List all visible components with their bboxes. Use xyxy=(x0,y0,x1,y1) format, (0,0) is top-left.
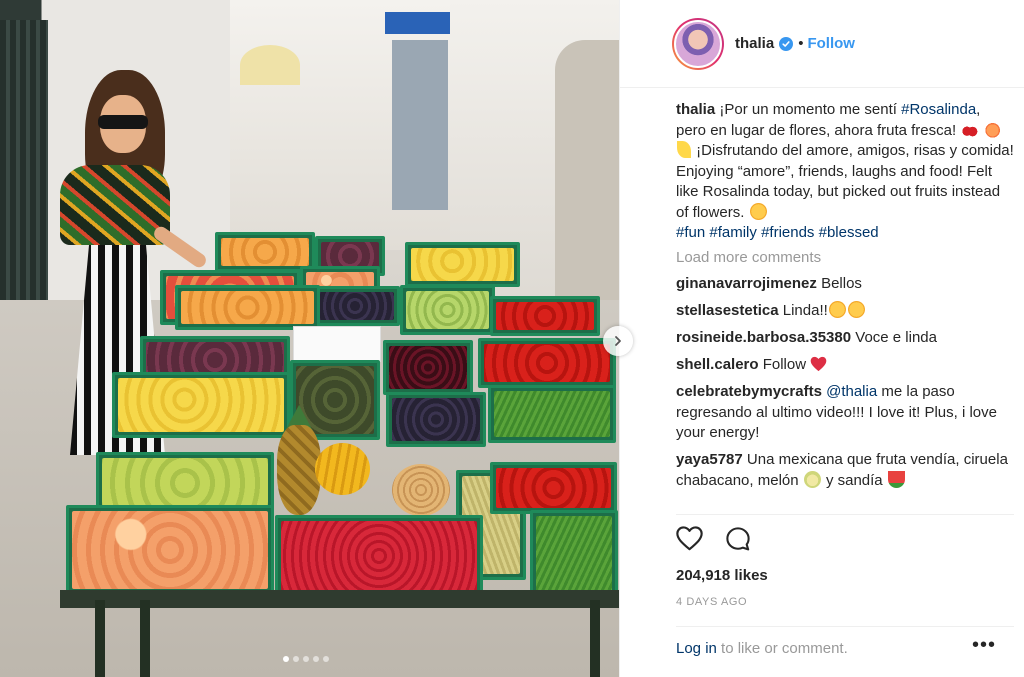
caption-text-3: ¡Disfrutando del amore, amigos, risas y … xyxy=(676,142,1014,221)
chevron-right-icon xyxy=(615,336,621,346)
action-bar xyxy=(676,526,751,552)
divider xyxy=(676,626,1014,627)
load-more-comments-button[interactable]: Load more comments xyxy=(676,248,1014,269)
separator-dot: • xyxy=(798,35,804,52)
crate-green-beans-front xyxy=(530,510,618,598)
comment-username[interactable]: stellasestetica xyxy=(676,302,779,319)
carousel-dots xyxy=(283,656,329,662)
peach-emoji-icon xyxy=(984,120,1002,138)
crate-apricots-front xyxy=(175,285,320,330)
comment-username[interactable]: ginanavarrojimenez xyxy=(676,275,817,292)
comment-text: Voce e linda xyxy=(855,329,937,346)
hashtag-rosalinda[interactable]: #Rosalinda xyxy=(901,101,976,118)
wink-emoji-icon xyxy=(749,202,767,220)
carousel-dot[interactable] xyxy=(323,656,329,662)
verified-badge-icon xyxy=(779,36,794,51)
archway xyxy=(555,40,619,300)
comment-text: Linda!! xyxy=(782,302,828,319)
hashtag-friends[interactable]: #friends xyxy=(761,224,814,241)
crate-blue-berries xyxy=(386,392,486,447)
table-leg xyxy=(140,600,150,677)
carousel-dot[interactable] xyxy=(303,656,309,662)
hashtag-family[interactable]: #family xyxy=(709,224,757,241)
kiss-emoji-icon xyxy=(847,301,865,318)
watermelon-emoji-icon xyxy=(887,470,905,488)
speech-bubble-icon[interactable] xyxy=(725,526,751,552)
comment-username[interactable]: yaya5787 xyxy=(676,451,743,468)
carousel-dot[interactable] xyxy=(293,656,299,662)
crate-lemons xyxy=(112,372,290,438)
login-text: to like or comment. xyxy=(721,640,848,657)
comment-item: ginanavarrojimenez Bellos xyxy=(676,274,1014,295)
melon-emoji-icon xyxy=(803,470,821,488)
heart-outline-icon[interactable] xyxy=(676,526,703,551)
crate-tomatoes xyxy=(478,338,616,388)
awning xyxy=(240,45,300,85)
post-sidebar: thalia • Follow thalia ¡Por un momento m… xyxy=(619,0,1024,677)
iron-door xyxy=(0,20,48,320)
comment-username[interactable]: celebratebymycrafts xyxy=(676,383,822,400)
shop-front xyxy=(392,40,448,210)
post-timestamp: 4 DAYS AGO xyxy=(676,596,748,608)
login-prompt: Log in to like or comment. xyxy=(676,640,848,657)
crate-cherries xyxy=(383,340,473,395)
caption-text-1: ¡Por un momento me sentí xyxy=(719,101,897,118)
header-username[interactable]: thalia xyxy=(735,35,774,52)
caption: thalia ¡Por un momento me sentí #Rosalin… xyxy=(676,100,1014,244)
hashtag-blessed[interactable]: #blessed xyxy=(819,224,879,241)
carousel-next-button[interactable] xyxy=(603,326,633,356)
crate-flat-peaches xyxy=(66,505,274,595)
comment-username[interactable]: shell.calero xyxy=(676,356,759,373)
divider xyxy=(676,514,1014,515)
carousel-dot[interactable] xyxy=(283,656,289,662)
carousel-dot[interactable] xyxy=(313,656,319,662)
comment-username[interactable]: rosineide.barbosa.35380 xyxy=(676,329,851,346)
crate-strawberries xyxy=(275,515,483,597)
comment-item: rosineide.barbosa.35380 Voce e linda xyxy=(676,328,1014,349)
cherry-emoji-icon xyxy=(961,120,979,138)
crate-dark-grapes xyxy=(310,286,400,326)
avatar[interactable] xyxy=(672,17,724,70)
banana-emoji-icon xyxy=(677,141,691,158)
post-header: thalia • Follow xyxy=(620,0,1024,88)
comment-item: yaya5787 Una mexicana que fruta vendía, … xyxy=(676,450,1014,491)
follow-button[interactable]: Follow xyxy=(807,35,855,52)
caption-username[interactable]: thalia xyxy=(676,101,715,118)
comment-text-tail: y sandía xyxy=(825,471,883,489)
likes-count[interactable]: 204,918 likes xyxy=(676,567,768,584)
kiss-emoji-icon xyxy=(828,301,846,318)
comment-mention[interactable]: @thalia xyxy=(826,383,877,400)
comment-text: Follow xyxy=(762,356,807,373)
table-leg xyxy=(95,600,105,677)
crate-tomato-boxes xyxy=(490,296,600,336)
comment-item: stellasestetica Linda!! xyxy=(676,301,1014,322)
hashtag-fun[interactable]: #fun xyxy=(676,224,705,241)
yellow-melon xyxy=(315,443,370,495)
table-leg xyxy=(590,600,600,677)
red-heart-emoji-icon xyxy=(810,356,827,372)
crate-lemons-back xyxy=(405,242,520,287)
cantaloupe xyxy=(392,464,450,516)
comments-list: thalia ¡Por un momento me sentí #Rosalin… xyxy=(676,100,1014,514)
comment-item: shell.calero Follow xyxy=(676,355,1014,376)
price-card xyxy=(293,326,381,362)
sunglasses xyxy=(98,115,148,129)
shop-sign xyxy=(385,12,453,34)
comment-item: celebratebymycrafts @thalia me la paso r… xyxy=(676,382,1014,444)
crate-green-grapes xyxy=(400,285,495,335)
comment-text: Bellos xyxy=(821,275,862,292)
more-options-button[interactable]: ••• xyxy=(972,634,996,657)
login-link[interactable]: Log in xyxy=(676,640,717,657)
post-photo[interactable] xyxy=(0,0,619,677)
crate-red-tomatoes xyxy=(490,462,617,514)
crate-green-beans xyxy=(488,385,616,443)
